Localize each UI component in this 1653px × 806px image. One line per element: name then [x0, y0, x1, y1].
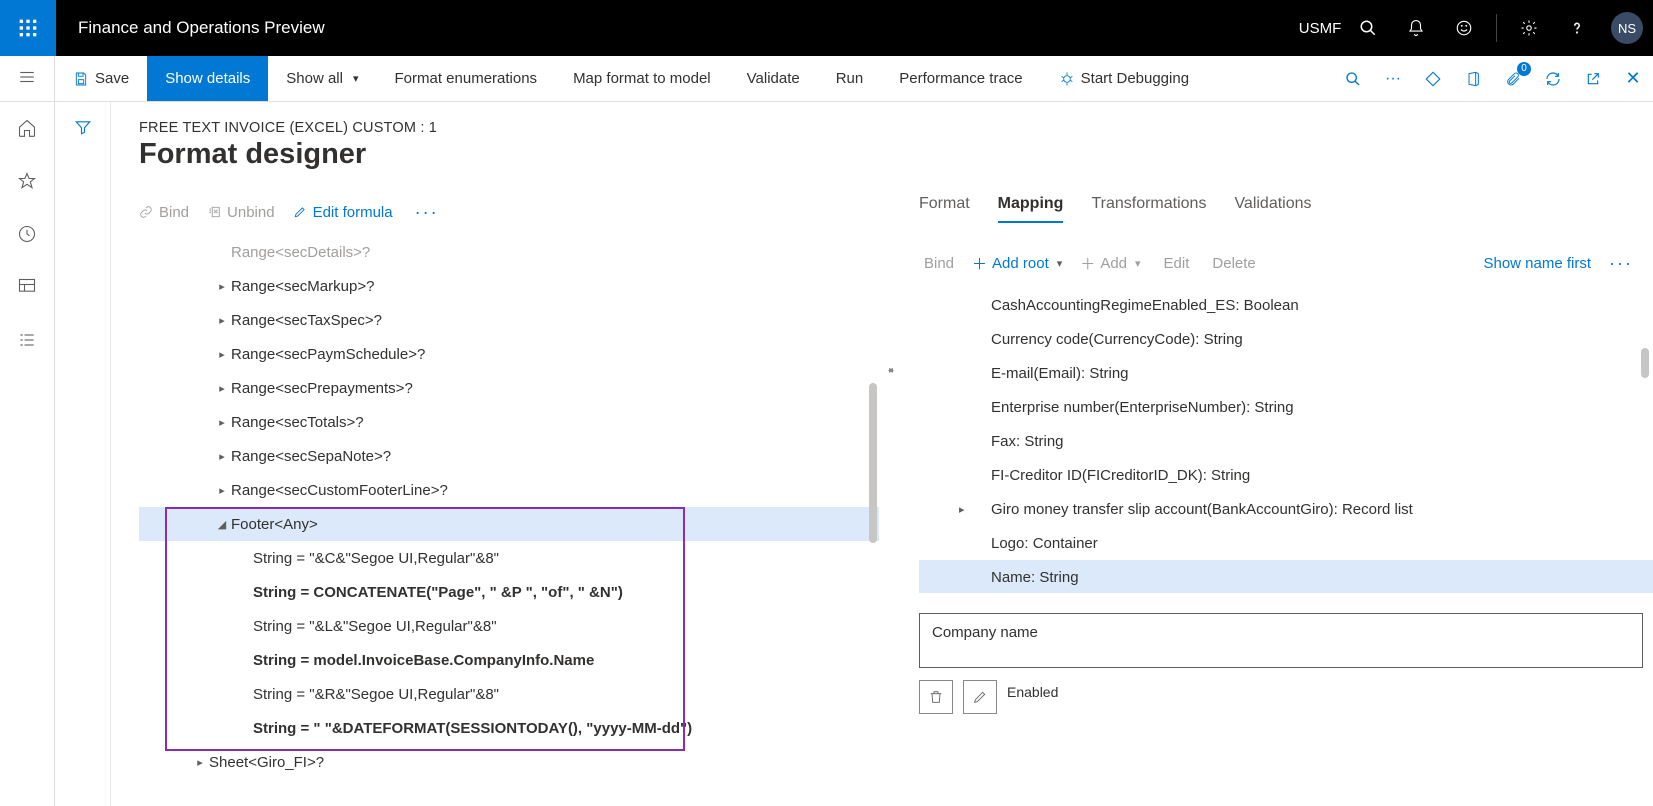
company-label[interactable]: USMF [1296, 0, 1344, 56]
tab-format[interactable]: Format [919, 195, 970, 221]
mapping-row[interactable]: Enterprise number(EnterpriseNumber): Str… [919, 390, 1653, 424]
mapping-row[interactable]: Name: String [919, 560, 1653, 593]
format-enumerations-button[interactable]: Format enumerations [377, 56, 556, 101]
mapping-row[interactable]: E-mail(Email): String [919, 356, 1653, 390]
star-icon[interactable] [17, 171, 37, 196]
tab-transformations[interactable]: Transformations [1091, 195, 1206, 221]
add-button[interactable]: ＋Add▾ [1080, 253, 1140, 274]
home-icon[interactable] [17, 118, 37, 143]
bind-button[interactable]: Bind [139, 204, 189, 221]
left-toolbar-more-icon[interactable]: ··· [411, 202, 443, 223]
tree-row[interactable]: String = model.InvoiceBase.CompanyInfo.N… [139, 643, 879, 677]
tree-row[interactable]: ▸Range<secMarkup>? [139, 269, 879, 303]
map-format-button[interactable]: Map format to model [555, 56, 729, 101]
app-title: Finance and Operations Preview [56, 18, 347, 38]
toolbar-office-icon[interactable] [1453, 56, 1493, 102]
r-bind-button[interactable]: Bind [919, 255, 954, 272]
tree-row[interactable]: ▸Sheet<Giro_FI>? [139, 745, 879, 779]
r-delete-button[interactable]: Delete [1207, 255, 1255, 272]
run-button[interactable]: Run [818, 56, 882, 101]
tree-row[interactable]: ▸Range<secSepaNote>? [139, 439, 879, 473]
pane-splitter[interactable] [879, 195, 899, 806]
toolbar-search-icon[interactable] [1333, 56, 1373, 102]
modules-icon[interactable] [17, 330, 37, 355]
gear-icon[interactable] [1505, 0, 1553, 56]
tab-validations[interactable]: Validations [1234, 195, 1311, 221]
avatar[interactable]: NS [1611, 12, 1643, 44]
toolbar-diamond-icon[interactable] [1413, 56, 1453, 102]
workspace-icon[interactable] [17, 277, 37, 302]
r-edit-button[interactable]: Edit [1159, 255, 1190, 272]
tree-row[interactable]: String = "&R&"Segoe UI,Regular"&8" [139, 677, 879, 711]
toolbar-popout-icon[interactable] [1573, 56, 1613, 102]
company-name-field[interactable]: Company name [919, 613, 1643, 668]
mapping-row[interactable]: FI-Creditor ID(FICreditorID_DK): String [919, 458, 1653, 492]
top-bar: Finance and Operations Preview USMF NS [0, 0, 1653, 56]
mapping-row[interactable]: ▸Giro money transfer slip account(BankAc… [919, 492, 1653, 526]
help-icon[interactable] [1553, 0, 1601, 56]
nav-toggle-icon[interactable] [18, 68, 36, 89]
show-name-first-button[interactable]: Show name first [1483, 255, 1591, 272]
right-toolbar-more-icon[interactable]: ··· [1609, 253, 1653, 274]
performance-trace-button[interactable]: Performance trace [881, 56, 1040, 101]
tree-row[interactable]: ◢Footer<Any> [139, 507, 879, 541]
show-all-button[interactable]: Show all▾ [268, 56, 376, 101]
mapping-row[interactable]: CashAccountingRegimeEnabled_ES: Boolean [919, 288, 1653, 322]
tree-row[interactable]: Range<secDetails>? [139, 235, 879, 269]
tree-row[interactable]: ▸Range<secTaxSpec>? [139, 303, 879, 337]
page-title: Format designer [139, 138, 1653, 171]
mapping-row[interactable]: Currency code(CurrencyCode): String [919, 322, 1653, 356]
field-edit-button[interactable] [963, 680, 997, 714]
field-delete-button[interactable] [919, 680, 953, 714]
tree-row[interactable]: ▸Range<secCustomFooterLine>? [139, 473, 879, 507]
tree-row[interactable]: String = " "&DATEFORMAT(SESSIONTODAY(), … [139, 711, 879, 745]
toolbar-more-icon[interactable]: ··· [1373, 56, 1413, 102]
chevron-down-icon: ▾ [353, 72, 359, 85]
tree-row[interactable]: ▸Range<secPrepayments>? [139, 371, 879, 405]
save-label: Save [95, 70, 129, 87]
mapping-row[interactable]: Fax: String [919, 424, 1653, 458]
mapping-row[interactable]: Logo: Container [919, 526, 1653, 560]
show-details-button[interactable]: Show details [147, 56, 268, 101]
validate-button[interactable]: Validate [729, 56, 818, 101]
app-launcher-icon[interactable] [0, 0, 56, 56]
tree-row[interactable]: ▸Range<secTotals>? [139, 405, 879, 439]
tree-row[interactable]: String = "&C&"Segoe UI,Regular"&8" [139, 541, 879, 575]
search-icon[interactable] [1344, 0, 1392, 56]
clock-icon[interactable] [17, 224, 37, 249]
filter-icon[interactable] [74, 118, 92, 806]
smile-icon[interactable] [1440, 0, 1488, 56]
save-button[interactable]: Save [55, 56, 147, 101]
enabled-label: Enabled [1007, 680, 1058, 700]
bell-icon[interactable] [1392, 0, 1440, 56]
left-pane-toolbar: Bind Unbind Edit formula ··· [139, 195, 879, 229]
toolbar-refresh-icon[interactable] [1533, 56, 1573, 102]
format-tree[interactable]: Range<secDetails>?▸Range<secMarkup>?▸Ran… [139, 235, 879, 806]
start-debugging-button[interactable]: Start Debugging [1041, 56, 1207, 101]
right-pane-toolbar: Bind ＋Add root▾ ＋Add▾ Edit Delete Show n… [919, 253, 1653, 274]
filter-column [55, 102, 111, 806]
edit-formula-button[interactable]: Edit formula [293, 204, 393, 221]
right-tabs: Format Mapping Transformations Validatio… [919, 195, 1653, 231]
tree-row[interactable]: ▸Range<secPaymSchedule>? [139, 337, 879, 371]
tree-row[interactable]: String = "&L&"Segoe UI,Regular"&8" [139, 609, 879, 643]
toolbar-close-icon[interactable]: ✕ [1613, 56, 1653, 102]
breadcrumb: FREE TEXT INVOICE (EXCEL) CUSTOM : 1 [139, 120, 1653, 136]
add-root-button[interactable]: ＋Add root▾ [972, 253, 1062, 274]
right-scrollbar[interactable] [1641, 348, 1649, 378]
action-bar: Save Show details Show all▾ Format enume… [0, 56, 1653, 102]
left-nav-rail [0, 102, 55, 806]
left-scrollbar[interactable] [869, 383, 877, 543]
attachment-badge: 0 [1517, 62, 1531, 76]
mapping-tree[interactable]: CashAccountingRegimeEnabled_ES: BooleanC… [919, 288, 1653, 593]
tab-mapping[interactable]: Mapping [998, 195, 1064, 223]
tree-row[interactable]: String = CONCATENATE("Page", " &P ", "of… [139, 575, 879, 609]
toolbar-attachment-icon[interactable]: 0 [1493, 56, 1533, 102]
unbind-button[interactable]: Unbind [207, 204, 275, 221]
